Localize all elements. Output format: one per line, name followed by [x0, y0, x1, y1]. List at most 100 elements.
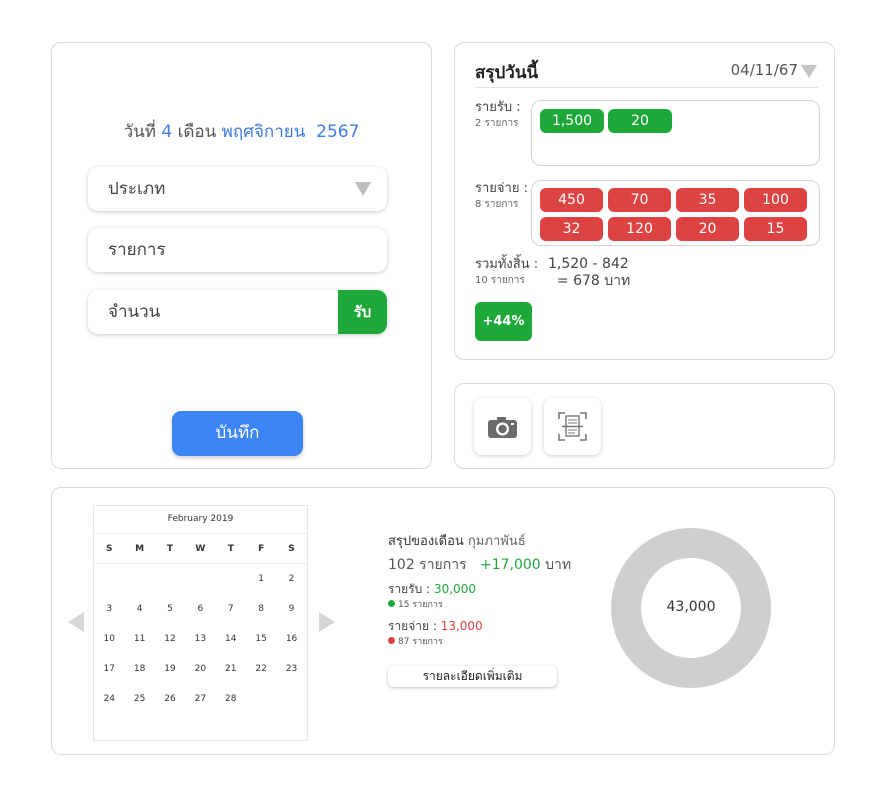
month-net-amount: +17,000	[479, 557, 541, 573]
month-name: กุมภาพันธ์	[467, 534, 526, 549]
calendar-day[interactable]: 23	[276, 656, 306, 686]
calendar-day[interactable]: 1	[246, 566, 276, 596]
calendar-day[interactable]: 4	[124, 596, 154, 626]
calendar-day[interactable]: 20	[185, 656, 215, 686]
expense-count: 8 รายการ	[475, 199, 519, 210]
month-net-unit: บาท	[545, 557, 572, 573]
calendar-day[interactable]: 24	[94, 686, 124, 716]
divider	[94, 533, 307, 534]
date-year: 2567	[316, 122, 360, 142]
today-summary-card: สรุปวันนี้ 04/11/67 รายรับ : 2 รายการ 1,…	[454, 42, 835, 360]
tools-card	[454, 383, 835, 469]
expense-amount-pill[interactable]: 15	[744, 217, 807, 241]
expense-dot-icon	[388, 637, 395, 644]
income-count: 2 รายการ	[475, 118, 519, 129]
month-income-value: 30,000	[433, 582, 476, 596]
calendar-day[interactable]: 19	[155, 656, 185, 686]
camera-icon	[488, 417, 517, 438]
total-row-label: รวมทั้งสิ้น : 10 รายการ	[475, 257, 538, 289]
calendar-day[interactable]: 8	[246, 596, 276, 626]
calendar-empty-cell	[276, 686, 306, 716]
weekday-header: F	[258, 544, 265, 554]
calendar-day[interactable]: 15	[246, 626, 276, 656]
weekday-header: T	[166, 544, 174, 554]
calendar-day[interactable]: 10	[94, 626, 124, 656]
calendar-grid: S M T W T F S 1 2 3 4 5 6 7 8 9 10 11 12 13 14 15 16 17 18 19 20 21…	[94, 536, 307, 716]
item-placeholder: รายการ	[108, 240, 166, 260]
today-title: สรุปวันนี้	[475, 63, 539, 83]
month-expense-count: 87 รายการ	[398, 637, 443, 647]
calendar-empty-cell	[185, 566, 215, 596]
camera-button[interactable]	[474, 398, 531, 455]
weekday-header: T	[227, 544, 234, 554]
calendar-day[interactable]: 27	[185, 686, 215, 716]
dropdown-triangle-icon	[355, 182, 371, 196]
month-count: 102 รายการ	[388, 557, 467, 573]
calendar-day[interactable]: 9	[276, 596, 306, 626]
calendar-day[interactable]: 17	[94, 656, 124, 686]
percent-badge: +44%	[475, 302, 532, 341]
expense-amounts-box: 450 70 35 100 32 120 20 15	[531, 180, 820, 246]
calendar-day[interactable]: 26	[155, 686, 185, 716]
summary-label: สรุปของเดือน	[388, 534, 464, 549]
item-input[interactable]: รายการ	[88, 228, 387, 272]
month-income-label: รายรับ :	[388, 582, 431, 596]
previous-month-arrow-icon[interactable]	[68, 612, 84, 632]
total-formula: 1,520 - 842	[548, 256, 629, 272]
month-income-count: 15 รายการ	[398, 600, 443, 610]
month-expense-label: รายจ่าย :	[388, 619, 437, 633]
entry-card: วันที่ 4 เดือน พฤศจิกายน 2567 ประเภท ราย…	[51, 42, 432, 469]
month-expense-count-line: 87 รายการ	[388, 634, 443, 648]
calendar-day[interactable]: 14	[216, 626, 246, 656]
calendar-day[interactable]: 18	[124, 656, 154, 686]
calendar-day[interactable]: 5	[155, 596, 185, 626]
more-details-button[interactable]: รายละเอียดเพิ่มเติม	[388, 666, 557, 687]
expense-label: รายจ่าย :	[475, 181, 528, 196]
expense-amount-pill[interactable]: 120	[608, 217, 671, 241]
weekday-header: S	[105, 544, 113, 554]
calendar-day[interactable]: 28	[216, 686, 246, 716]
month-summary-card: February 2019 S M T W T F S 1 2 3 4 5 6 7 8 9 10 11 12 13 14…	[51, 487, 835, 755]
type-select[interactable]: ประเภท	[88, 167, 387, 211]
month-count-line: 102 รายการ +17,000 บาท	[388, 554, 571, 576]
income-amount-pill[interactable]: 1,500	[540, 109, 604, 133]
month-summary-title: สรุปของเดือน กุมภาพันธ์	[388, 530, 526, 551]
date-selector[interactable]: 04/11/67	[731, 61, 798, 79]
expense-amount-pill[interactable]: 70	[608, 188, 671, 212]
type-placeholder: ประเภท	[108, 179, 166, 199]
calendar-day[interactable]: 7	[216, 596, 246, 626]
save-button[interactable]: บันทึก	[172, 411, 303, 456]
amount-placeholder: จำนวน	[108, 302, 161, 322]
chevron-down-icon[interactable]	[801, 65, 817, 78]
calendar-day[interactable]: 2	[276, 566, 306, 596]
calendar-day[interactable]: 11	[124, 626, 154, 656]
expense-amount-pill[interactable]: 20	[676, 217, 739, 241]
weekday-header: S	[288, 544, 295, 554]
calendar-day[interactable]: 13	[185, 626, 215, 656]
income-row-label: รายรับ : 2 รายการ	[475, 100, 521, 132]
scan-document-button[interactable]	[544, 398, 601, 455]
expense-amount-pill[interactable]: 32	[540, 217, 603, 241]
calendar-day[interactable]: 12	[155, 626, 185, 656]
total-calculation: 1,520 - 842 = 678 บาท	[548, 256, 630, 290]
calendar-day[interactable]: 25	[124, 686, 154, 716]
weekday-header: M	[135, 544, 145, 554]
income-amount-pill[interactable]: 20	[608, 109, 672, 133]
amount-input[interactable]: จำนวน รับ	[88, 290, 387, 334]
total-label: รวมทั้งสิ้น :	[475, 257, 539, 272]
expense-amount-pill[interactable]: 35	[676, 188, 739, 212]
calendar-day[interactable]: 3	[94, 596, 124, 626]
expense-row-label: รายจ่าย : 8 รายการ	[475, 181, 528, 213]
calendar-day[interactable]: 6	[185, 596, 215, 626]
calendar-day[interactable]: 21	[216, 656, 246, 686]
income-label: รายรับ :	[475, 100, 521, 115]
expense-amount-pill[interactable]: 450	[540, 188, 603, 212]
calendar-empty-cell	[246, 686, 276, 716]
calendar-empty-cell	[155, 566, 185, 596]
calendar-day[interactable]: 16	[276, 626, 306, 656]
expense-amount-pill[interactable]: 100	[744, 188, 807, 212]
calendar-day[interactable]: 22	[246, 656, 276, 686]
date-prefix: วันที่	[123, 122, 156, 142]
income-toggle-button[interactable]: รับ	[338, 290, 387, 334]
next-month-arrow-icon[interactable]	[319, 612, 335, 632]
